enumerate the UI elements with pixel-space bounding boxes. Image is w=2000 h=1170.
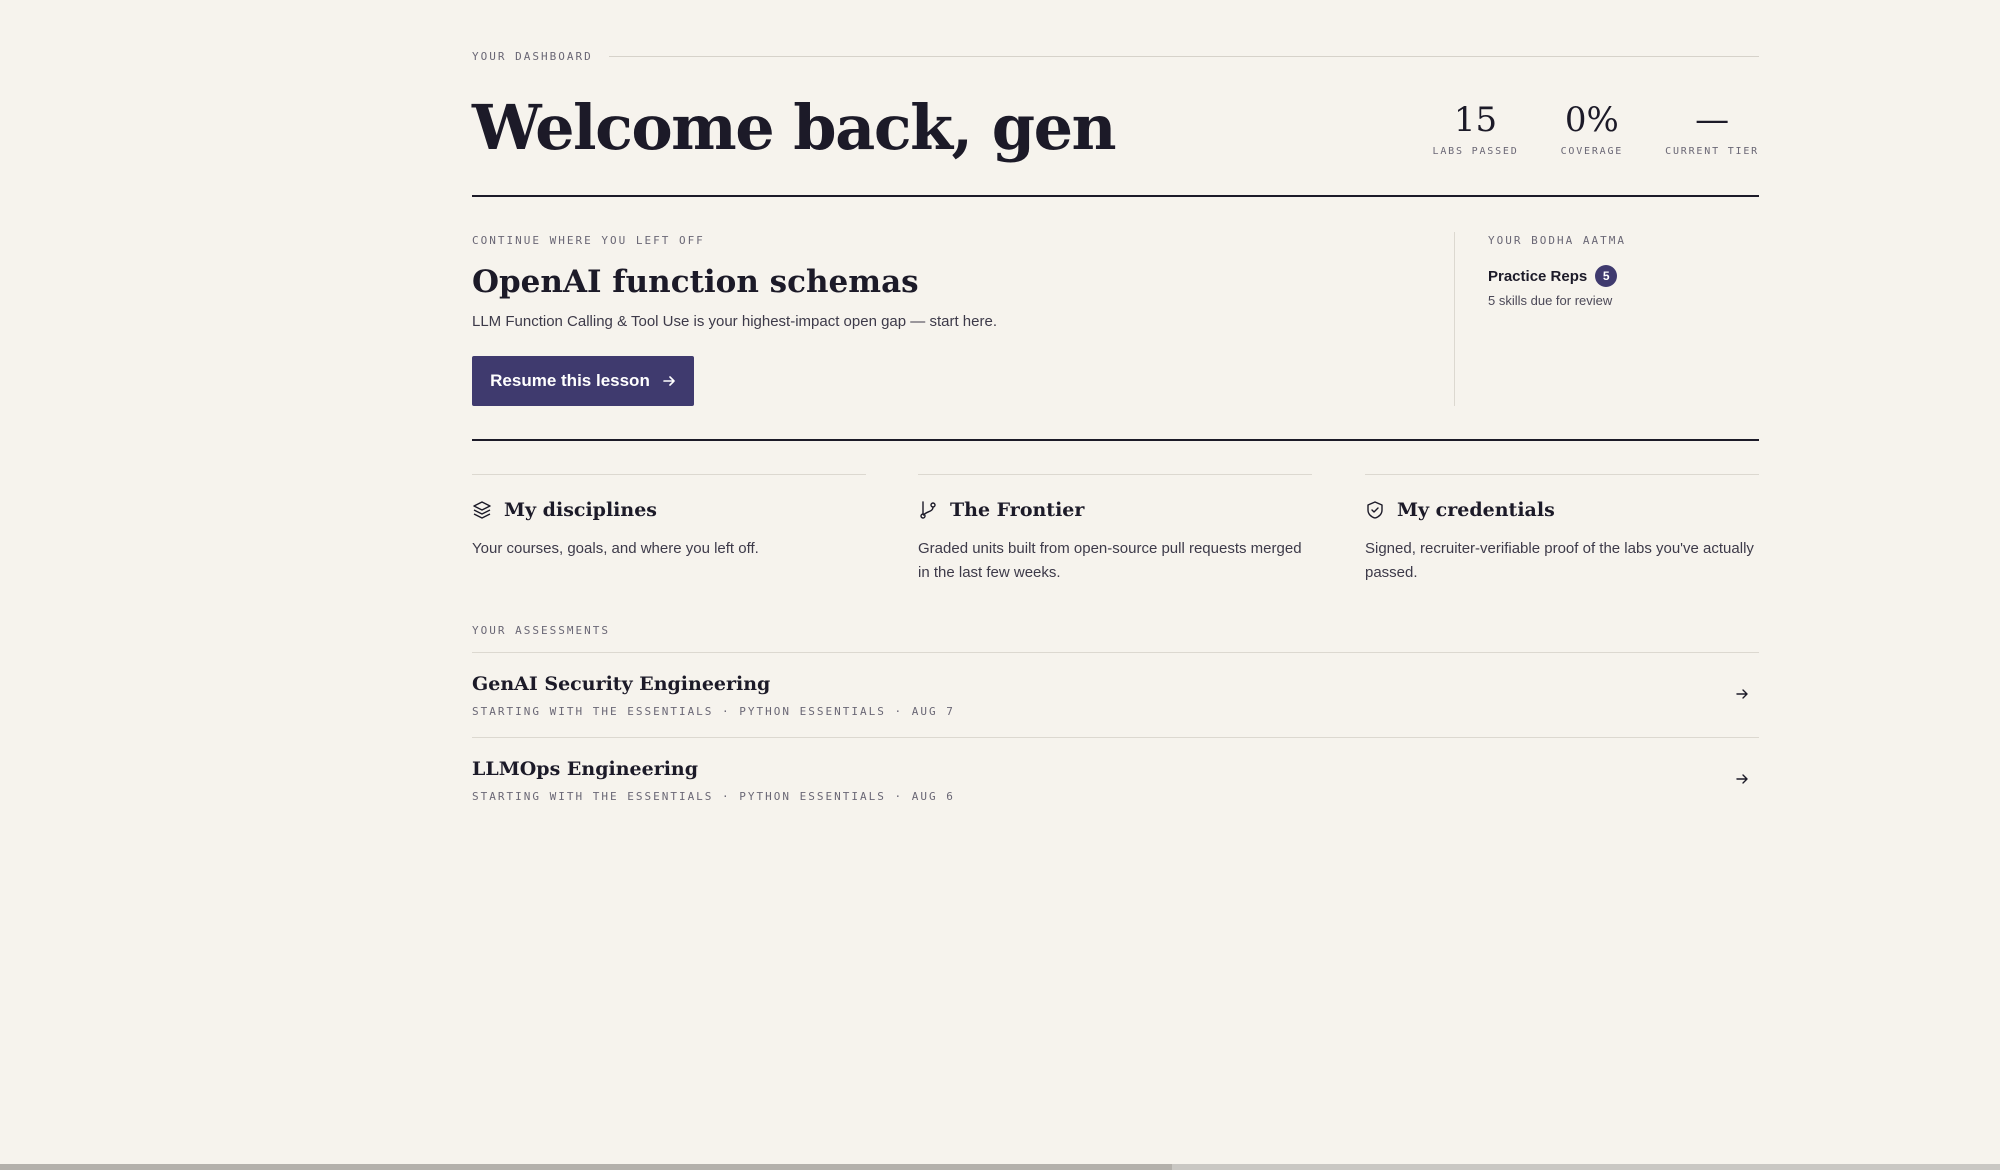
feature-top-line [472, 474, 866, 475]
feature-title: The Frontier [950, 499, 1085, 521]
arrow-right-icon [1735, 772, 1749, 786]
header-divider [472, 195, 1759, 197]
lesson-description: LLM Function Calling & Tool Use is your … [472, 313, 997, 330]
feature-header: My disciplines [472, 499, 866, 521]
stat-coverage: 0% COVERAGE [1561, 100, 1624, 157]
horizontal-scrollbar-thumb[interactable] [0, 1164, 1172, 1170]
stat-label: COVERAGE [1560, 146, 1624, 157]
resume-lesson-label: Resume this lesson [490, 371, 650, 390]
layers-icon [472, 500, 492, 520]
assessment-meta: STARTING WITH THE ESSENTIALS · PYTHON ES… [472, 790, 955, 803]
practice-reps-title: Practice Reps [1488, 267, 1588, 285]
practice-reps-link[interactable]: Practice Reps 5 [1488, 265, 1759, 287]
feature-title: My disciplines [504, 499, 657, 521]
bodha-aatma-panel: YOUR BODHA AATMA Practice Reps 5 5 skill… [1488, 234, 1759, 308]
eyebrow-divider [608, 55, 1759, 57]
arrow-right-icon [662, 374, 676, 388]
assessment-meta: STARTING WITH THE ESSENTIALS · PYTHON ES… [472, 705, 955, 718]
assessments-list: GenAI Security Engineering STARTING WITH… [472, 652, 1759, 822]
feature-my-credentials[interactable]: My credentials Signed, recruiter-verifia… [1365, 474, 1759, 585]
shield-check-icon [1365, 500, 1385, 520]
stat-label: CURRENT TIER [1665, 146, 1759, 157]
git-branch-icon [918, 500, 938, 520]
aatma-label: YOUR BODHA AATMA [1488, 234, 1626, 247]
dashboard-eyebrow-row: YOUR DASHBOARD [472, 49, 1759, 63]
lesson-title: OpenAI function schemas [472, 264, 919, 300]
assessment-title: LLMOps Engineering [472, 758, 699, 780]
feature-top-line [918, 474, 1312, 475]
continue-label: CONTINUE WHERE YOU LEFT OFF [472, 234, 705, 247]
stat-value: 0% [1564, 100, 1619, 140]
resume-lesson-button[interactable]: Resume this lesson [472, 356, 694, 406]
feature-my-disciplines[interactable]: My disciplines Your courses, goals, and … [472, 474, 866, 561]
practice-reps-subtitle: 5 skills due for review [1488, 293, 1613, 308]
dashboard-page: YOUR DASHBOARD Welcome back, gen 15 LABS… [0, 0, 2000, 1170]
practice-reps-count-badge: 5 [1595, 265, 1618, 287]
section-vertical-divider [1454, 232, 1455, 406]
welcome-heading: Welcome back, gen [472, 91, 1117, 164]
dashboard-eyebrow: YOUR DASHBOARD [472, 49, 593, 63]
stat-value: 15 [1453, 100, 1498, 140]
feature-title: My credentials [1397, 499, 1555, 521]
assessment-title: GenAI Security Engineering [472, 673, 771, 695]
feature-description: Signed, recruiter-verifiable proof of th… [1365, 540, 1754, 581]
feature-top-line [1365, 474, 1759, 475]
arrow-right-icon [1735, 687, 1749, 701]
stat-label: LABS PASSED [1432, 146, 1519, 157]
assessment-row[interactable]: LLMOps Engineering STARTING WITH THE ESS… [472, 737, 1759, 822]
feature-header: My credentials [1365, 499, 1759, 521]
stat-value: — [1695, 100, 1730, 140]
feature-description: Graded units built from open-source pull… [918, 540, 1302, 581]
feature-the-frontier[interactable]: The Frontier Graded units built from ope… [918, 474, 1312, 585]
assessments-label: YOUR ASSESSMENTS [472, 624, 610, 637]
feature-description: Your courses, goals, and where you left … [472, 540, 759, 557]
continue-divider [472, 439, 1759, 441]
feature-header: The Frontier [918, 499, 1312, 521]
assessment-row[interactable]: GenAI Security Engineering STARTING WITH… [472, 652, 1759, 737]
stats-group: 15 LABS PASSED 0% COVERAGE — CURRENT TIE… [1433, 100, 1759, 157]
stat-current-tier: — CURRENT TIER [1665, 100, 1759, 157]
stat-labs-passed: 15 LABS PASSED [1433, 100, 1519, 157]
